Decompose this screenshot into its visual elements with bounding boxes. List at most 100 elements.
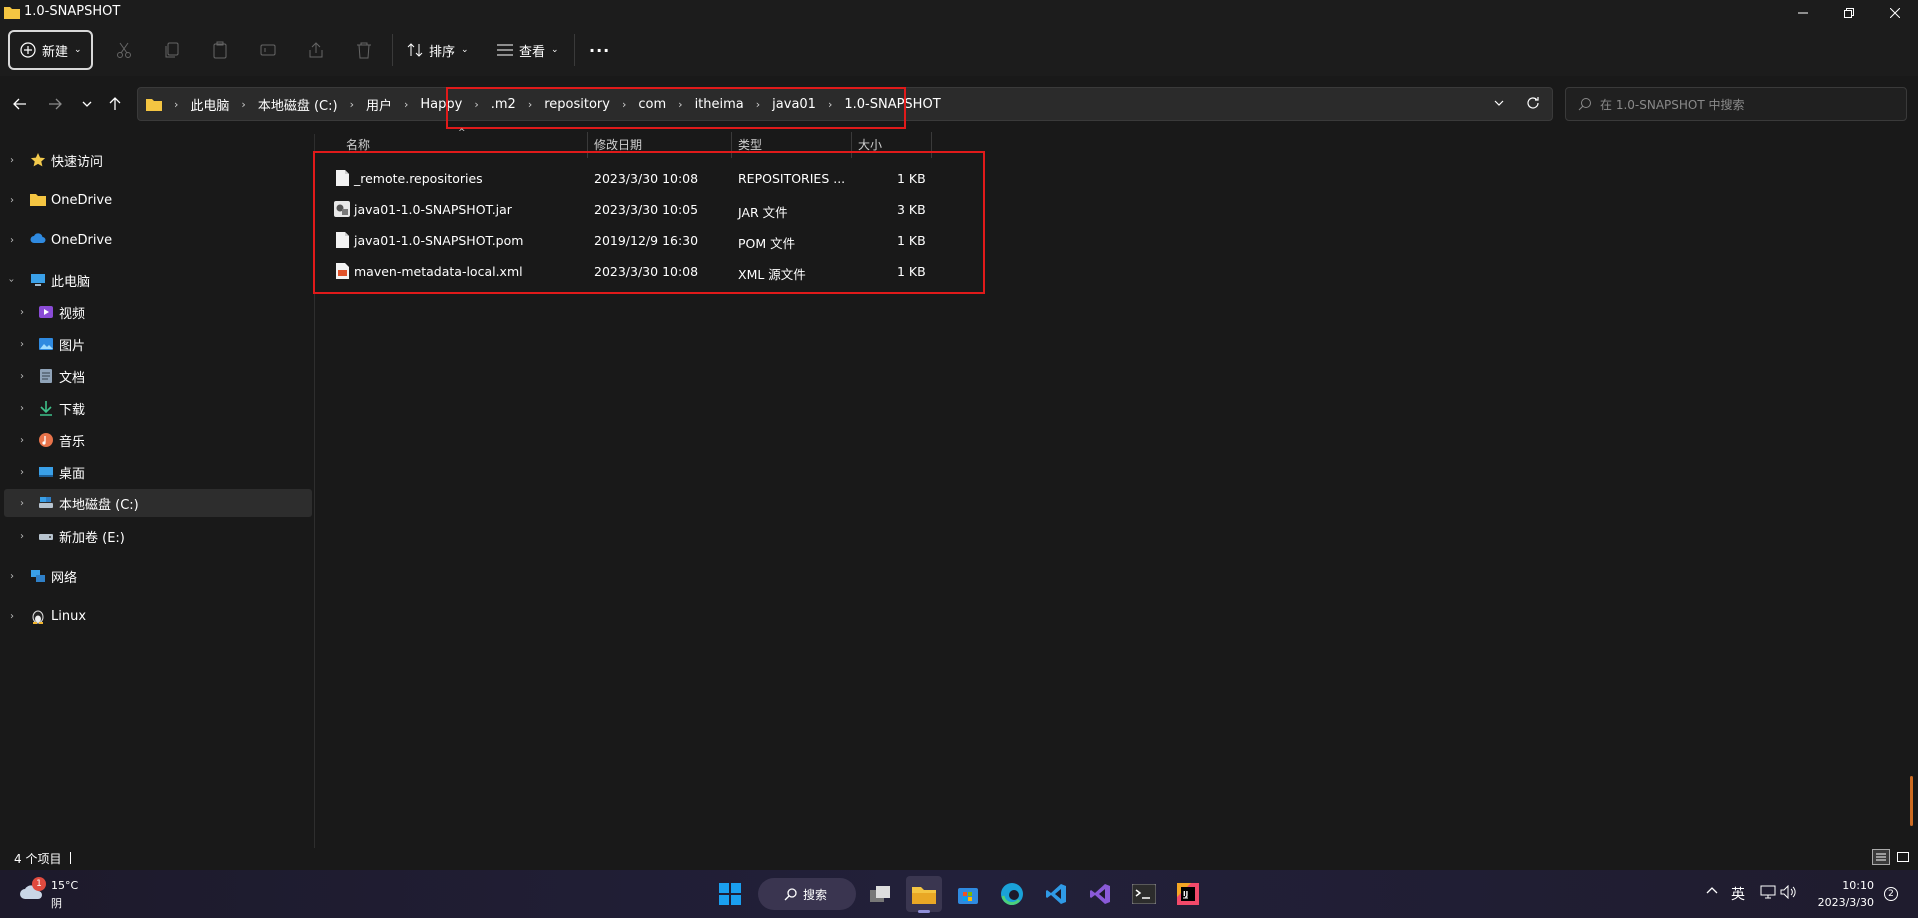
address-dropdown-button[interactable] [1493, 97, 1505, 109]
chevron-right-icon[interactable]: › [10, 195, 14, 206]
active-app-indicator [918, 910, 930, 913]
download-icon [38, 400, 54, 416]
more-options-button[interactable]: ··· [589, 38, 610, 62]
back-button[interactable] [8, 92, 32, 116]
video-icon [38, 304, 54, 320]
notification-badge[interactable]: 2 [1884, 887, 1898, 901]
sidebar-item-this-pc[interactable]: › 此电脑 [0, 267, 310, 293]
scrollbar-thumb[interactable] [1910, 776, 1913, 826]
new-button[interactable]: 新建 ⌄ [8, 30, 93, 70]
minimize-button[interactable] [1780, 0, 1826, 26]
input-language[interactable]: 英 [1731, 884, 1745, 904]
drive-icon [38, 528, 54, 544]
intellij-icon[interactable]: IJ [1170, 876, 1206, 912]
weather-badge: 1 [32, 877, 46, 891]
chevron-right-icon[interactable]: › [20, 371, 24, 382]
details-view-button[interactable] [1872, 849, 1890, 865]
sidebar-item-desktop[interactable]: › 桌面 [0, 459, 310, 485]
visual-studio-icon[interactable] [1082, 876, 1118, 912]
chevron-right-icon[interactable]: › [20, 339, 24, 350]
desktop-icon [38, 464, 54, 480]
sidebar-item-volume-e[interactable]: › 新加卷 (E:) [0, 523, 310, 549]
delete-icon[interactable] [352, 38, 376, 62]
chevron-right-icon: › [403, 97, 409, 111]
network-icon [30, 568, 46, 584]
breadcrumb-item[interactable]: 用户 [360, 95, 398, 114]
terminal-icon[interactable] [1126, 876, 1162, 912]
vscode-icon[interactable] [1038, 876, 1074, 912]
file-explorer-icon[interactable] [906, 876, 942, 912]
sidebar-item-videos[interactable]: › 视频 [0, 299, 310, 325]
sort-icon [407, 42, 423, 58]
sidebar-item-music[interactable]: › 音乐 [0, 427, 310, 453]
search-box[interactable]: 在 1.0-SNAPSHOT 中搜索 [1565, 87, 1907, 121]
rename-icon[interactable] [256, 38, 280, 62]
status-divider [70, 852, 71, 864]
sidebar-item-onedrive-folder[interactable]: › OneDrive [0, 187, 310, 213]
drive-icon [38, 495, 54, 511]
sidebar-item-linux[interactable]: › Linux [0, 603, 310, 629]
sidebar-item-pictures[interactable]: › 图片 [0, 331, 310, 357]
chevron-right-icon[interactable]: › [10, 571, 14, 582]
sort-label: 排序 [429, 44, 456, 60]
sidebar-item-documents[interactable]: › 文档 [0, 363, 310, 389]
search-icon [1578, 97, 1592, 111]
view-label: 查看 [519, 44, 546, 60]
title-bar [0, 0, 1918, 26]
path-highlight-box [446, 87, 906, 129]
view-button[interactable]: 查看 ⌄ [497, 38, 559, 62]
start-button[interactable] [712, 876, 748, 912]
command-bar [0, 26, 1918, 76]
cut-icon[interactable] [112, 38, 136, 62]
new-button-label: 新建 [42, 44, 69, 60]
chevron-right-icon[interactable]: › [20, 307, 24, 318]
chevron-right-icon[interactable]: › [20, 467, 24, 478]
show-hidden-icons-button[interactable] [1706, 886, 1718, 894]
volume-icon[interactable] [1780, 885, 1796, 899]
sidebar-item-downloads[interactable]: › 下载 [0, 395, 310, 421]
chevron-right-icon[interactable]: › [20, 531, 24, 542]
chevron-down-icon: ⌄ [551, 45, 559, 55]
chevron-right-icon[interactable]: › [10, 155, 14, 166]
share-icon[interactable] [304, 38, 328, 62]
copy-icon[interactable] [160, 38, 184, 62]
chevron-right-icon[interactable]: › [20, 498, 24, 509]
sidebar-item-network[interactable]: › 网络 [0, 563, 310, 589]
close-button[interactable] [1872, 0, 1918, 26]
large-icons-view-button[interactable] [1894, 849, 1912, 865]
music-icon [38, 432, 54, 448]
clock-time[interactable]: 10:10 [1822, 879, 1874, 892]
forward-button[interactable] [43, 92, 67, 116]
store-icon[interactable] [950, 876, 986, 912]
breadcrumb-item[interactable]: 此电脑 [184, 95, 235, 114]
breadcrumb-item[interactable]: 本地磁盘 (C:) [252, 95, 344, 114]
document-icon [38, 368, 54, 384]
picture-icon [38, 336, 54, 352]
chevron-down-icon[interactable]: › [6, 278, 17, 282]
taskbar-search-label: 搜索 [803, 887, 828, 902]
chevron-right-icon[interactable]: › [10, 611, 14, 622]
sort-button[interactable]: 排序 ⌄ [407, 38, 469, 62]
taskbar-search[interactable]: 搜索 [758, 878, 856, 910]
star-icon [30, 152, 46, 168]
chevron-right-icon[interactable]: › [20, 403, 24, 414]
folder-icon [30, 192, 46, 208]
sidebar-item-onedrive-cloud[interactable]: › OneDrive [0, 227, 310, 253]
chevron-right-icon[interactable]: › [10, 235, 14, 246]
refresh-icon[interactable] [1526, 96, 1540, 110]
sidebar-item-local-disk-c[interactable]: › 本地磁盘 (C:) [4, 489, 312, 517]
chevron-right-icon: › [174, 97, 179, 111]
chevron-right-icon[interactable]: › [20, 435, 24, 446]
paste-icon[interactable] [208, 38, 232, 62]
network-status-icon[interactable] [1760, 885, 1776, 899]
sidebar-item-quick-access[interactable]: › 快速访问 [0, 147, 310, 173]
recent-locations-button[interactable] [75, 92, 99, 116]
weather-desc: 阴 [51, 897, 62, 910]
folder-icon [146, 97, 162, 111]
maximize-button[interactable] [1826, 0, 1872, 26]
task-view-icon[interactable] [862, 876, 898, 912]
up-button[interactable] [103, 92, 127, 116]
clock-date[interactable]: 2023/3/30 [1810, 896, 1874, 909]
toolbar-divider [392, 34, 393, 66]
edge-icon[interactable] [994, 876, 1030, 912]
